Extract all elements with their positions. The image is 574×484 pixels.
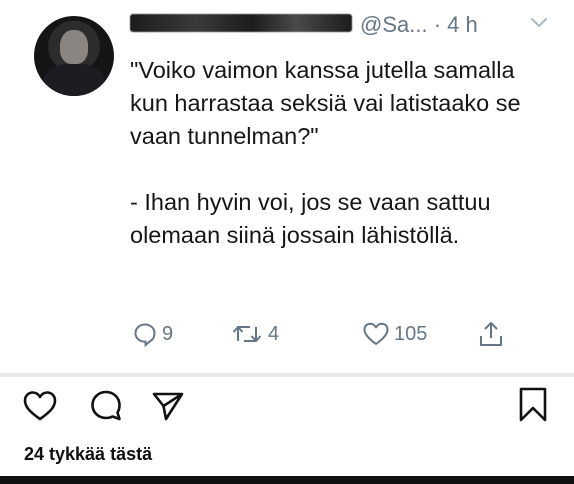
likes-count-text[interactable]: 24 tykkää tästä [24, 444, 152, 465]
retweet-icon [232, 326, 262, 342]
comment-icon[interactable] [88, 388, 124, 424]
tweet-card: @Sa... · 4 h "Voiko vaimon kanssa jutell… [0, 0, 574, 372]
divider [0, 373, 574, 377]
share-action[interactable] [478, 318, 504, 350]
retweet-count: 4 [268, 322, 280, 345]
tweet-text: "Voiko vaimon kanssa jutella samalla kun… [130, 57, 521, 248]
instagram-post-actions: 24 tykkää tästä [0, 378, 574, 478]
chevron-down-icon[interactable] [530, 16, 548, 30]
share-icon [480, 322, 502, 346]
reply-action[interactable]: 9 [132, 318, 173, 350]
handle-and-time[interactable]: @Sa... · 4 h [360, 12, 478, 38]
reply-count: 9 [162, 322, 174, 345]
reply-icon [134, 323, 156, 347]
tweet-actions: 9 4 105 [130, 318, 530, 358]
like-action[interactable]: 105 [362, 318, 427, 350]
avatar-body [44, 64, 104, 96]
avatar-face [60, 30, 88, 64]
retweet-action[interactable]: 4 [230, 318, 279, 350]
tweet-header: @Sa... · 4 h [130, 8, 560, 38]
heart-icon[interactable] [22, 388, 58, 424]
redacted-display-name [130, 14, 352, 32]
avatar[interactable] [34, 16, 114, 96]
send-icon[interactable] [150, 388, 186, 424]
like-count: 105 [394, 322, 428, 345]
heart-icon [363, 322, 389, 345]
bottom-border [0, 476, 574, 484]
bookmark-icon[interactable] [516, 386, 550, 424]
